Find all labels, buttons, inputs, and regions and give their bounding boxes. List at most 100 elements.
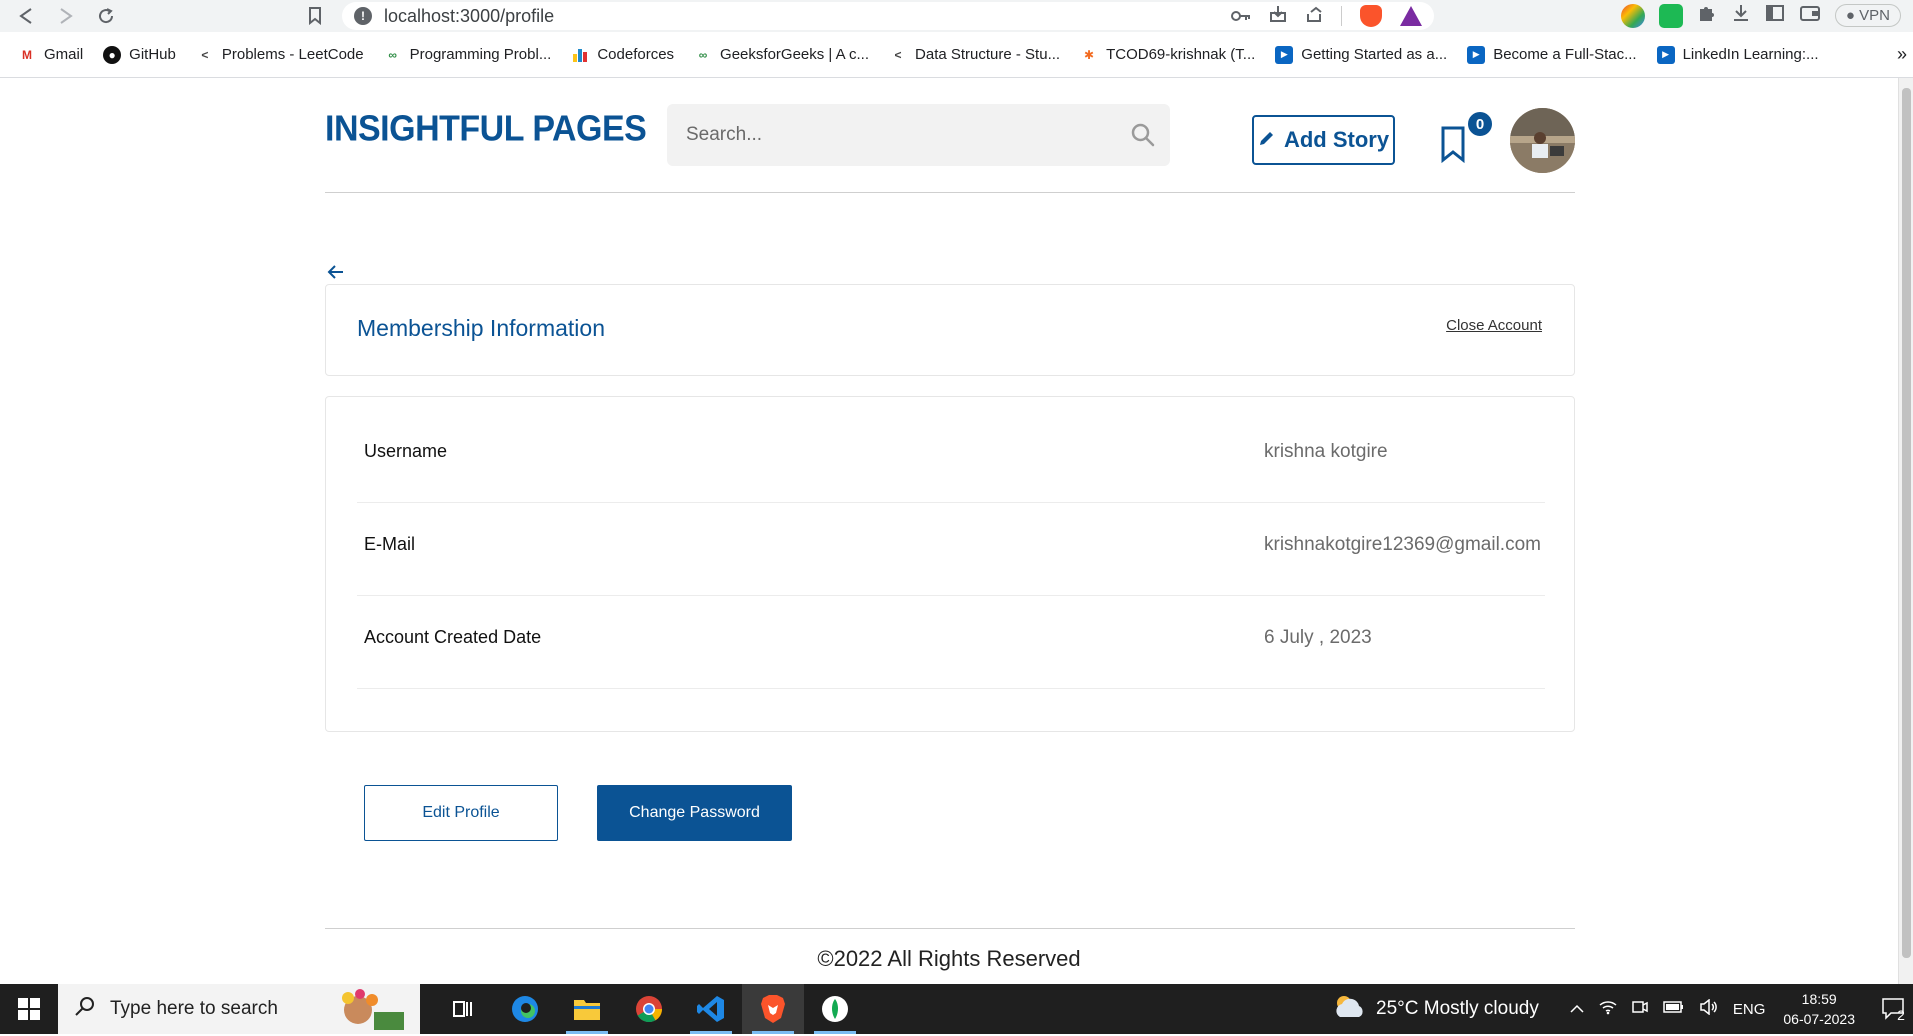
linkedin-learning-icon: ▶ <box>1656 45 1675 64</box>
info-row-created-date: Account Created Date 6 July , 2023 <box>357 596 1545 689</box>
divider <box>1341 6 1342 26</box>
gmail-icon: M <box>22 47 32 62</box>
forward-icon[interactable] <box>46 1 86 31</box>
url-text: localhost:3000/profile <box>384 5 555 26</box>
weather-text: 25°C Mostly cloudy <box>1376 998 1539 1019</box>
brave-shields-icon[interactable] <box>1360 5 1382 27</box>
page: INSIGHTFUL PAGES Add Story 0 <box>0 78 1898 984</box>
bookmark-item[interactable]: ▶ Getting Started as a... <box>1275 45 1448 64</box>
edit-profile-button[interactable]: Edit Profile <box>364 785 558 841</box>
brave-icon[interactable] <box>742 984 804 1034</box>
reload-icon[interactable] <box>86 1 126 31</box>
tray-icons: ENG <box>1569 998 1766 1019</box>
clock-date: 06-07-2023 <box>1783 1011 1855 1027</box>
bookmark-label: Become a Full-Stac... <box>1493 46 1637 63</box>
chevron-up-icon[interactable] <box>1569 1001 1585 1018</box>
search-input[interactable] <box>684 123 1104 147</box>
info-label: Account Created Date <box>364 627 542 647</box>
bookmark-label: Getting Started as a... <box>1301 46 1448 63</box>
info-value: 6 July , 2023 <box>1264 627 1372 648</box>
add-story-label: Add Story <box>1283 127 1390 152</box>
chrome-icon[interactable] <box>618 984 680 1034</box>
volume-icon[interactable] <box>1699 998 1719 1019</box>
bookmark-item[interactable]: Codeforces <box>571 46 674 64</box>
info-row-username: Username krishna kotgire <box>357 410 1545 503</box>
bookmark-label: Codeforces <box>597 46 675 63</box>
more-bookmarks-label: » <box>1896 44 1907 64</box>
battery-icon[interactable] <box>1663 1000 1685 1018</box>
taskbar-apps <box>432 984 866 1034</box>
meet-now-icon[interactable] <box>1631 999 1649 1019</box>
search-box <box>667 104 1170 166</box>
back-icon[interactable] <box>6 1 46 31</box>
tcod-icon: ✱ <box>1084 47 1095 62</box>
install-icon[interactable] <box>1269 5 1287 28</box>
bookmark-item[interactable]: ∞ Programming Probl... <box>384 46 552 64</box>
windows-taskbar: Type here to search 25°C Mostly cloudy E… <box>0 984 1913 1034</box>
mongodb-compass-icon[interactable] <box>804 984 866 1034</box>
leetcode-icon: < <box>894 47 902 62</box>
site-logo[interactable]: INSIGHTFUL PAGES <box>325 109 647 150</box>
github-icon: ● <box>103 45 122 64</box>
scrollbar-thumb[interactable] <box>1902 88 1911 958</box>
language-indicator[interactable]: ENG <box>1733 1001 1766 1018</box>
bookmark-item[interactable]: ▶ LinkedIn Learning:... <box>1656 45 1819 64</box>
avatar[interactable] <box>1510 108 1575 173</box>
bookmark-item[interactable]: < Problems - LeetCode <box>196 46 364 64</box>
key-icon[interactable] <box>1231 6 1251 27</box>
bookmark-page-icon[interactable] <box>295 1 335 31</box>
brave-rewards-icon[interactable] <box>1400 6 1422 26</box>
pencil-icon <box>1258 127 1276 153</box>
vscode-icon[interactable] <box>680 984 742 1034</box>
bookmark-item[interactable]: ✱ TCOD69-krishnak (T... <box>1080 46 1255 64</box>
downloads-icon[interactable] <box>1731 3 1751 28</box>
extension-icon[interactable] <box>1620 3 1645 28</box>
info-value: krishnakotgire12369@gmail.com <box>1264 534 1541 555</box>
page-scrollbar[interactable] <box>1898 78 1913 984</box>
site-header: INSIGHTFUL PAGES Add Story 0 <box>325 78 1575 193</box>
close-account-link[interactable]: Close Account <box>1446 317 1542 334</box>
bookmark-label: Problems - LeetCode <box>221 46 364 63</box>
browser-toolbar: ! localhost:3000/profile ● VPN <box>0 0 1913 32</box>
search-highlight-icon <box>328 988 414 1030</box>
back-arrow-icon[interactable] <box>325 261 347 283</box>
windows-start-icon[interactable] <box>0 984 58 1034</box>
puzzle-icon[interactable] <box>1697 3 1717 28</box>
address-bar[interactable]: ! localhost:3000/profile <box>342 2 1434 30</box>
extension-icon[interactable] <box>1658 3 1683 28</box>
change-password-button[interactable]: Change Password <box>597 785 792 841</box>
bookmark-label: Data Structure - Stu... <box>915 46 1061 63</box>
bookmark-item[interactable]: ● GitHub <box>103 45 176 64</box>
info-row-email: E-Mail krishnakotgire12369@gmail.com <box>357 503 1545 596</box>
gfg-icon: ∞ <box>698 47 708 62</box>
file-explorer-icon[interactable] <box>556 984 618 1034</box>
bookmark-label: LinkedIn Learning:... <box>1682 46 1819 63</box>
notification-center-button[interactable]: 2 <box>1873 995 1913 1023</box>
add-story-button[interactable]: Add Story <box>1252 115 1395 165</box>
task-view-icon[interactable] <box>432 984 494 1034</box>
info-value: krishna kotgire <box>1264 441 1388 462</box>
clock[interactable]: 18:59 06-07-2023 <box>1783 989 1855 1029</box>
share-icon[interactable] <box>1305 5 1323 28</box>
bookmark-item[interactable]: ▶ Become a Full-Stac... <box>1467 45 1637 64</box>
sidebar-icon[interactable] <box>1765 4 1785 27</box>
clock-time: 18:59 <box>1801 991 1837 1007</box>
bookmark-item[interactable]: < Data Structure - Stu... <box>889 46 1061 64</box>
bookmark-item[interactable]: M Gmail <box>18 46 83 64</box>
taskbar-search[interactable]: Type here to search <box>58 984 420 1034</box>
site-info-icon[interactable]: ! <box>354 7 372 25</box>
membership-header-card: Membership Information Close Account <box>325 284 1575 376</box>
extensions-area: ● VPN <box>1620 3 1901 28</box>
footer-divider <box>325 928 1575 929</box>
bookmark-item[interactable]: ∞ GeeksforGeeks | A c... <box>694 46 869 64</box>
vpn-button[interactable]: ● VPN <box>1834 4 1901 27</box>
bookmark-count-badge: 0 <box>1466 110 1494 138</box>
bookmark-label: Programming Probl... <box>409 46 552 63</box>
info-label: Username <box>364 441 448 461</box>
weather-widget[interactable]: 25°C Mostly cloudy <box>1332 993 1539 1025</box>
more-bookmarks-button[interactable]: » <box>1897 44 1907 65</box>
search-icon[interactable] <box>1130 122 1156 148</box>
wifi-icon[interactable] <box>1599 999 1617 1019</box>
edge-icon[interactable] <box>494 984 556 1034</box>
wallet-icon[interactable] <box>1799 4 1821 27</box>
